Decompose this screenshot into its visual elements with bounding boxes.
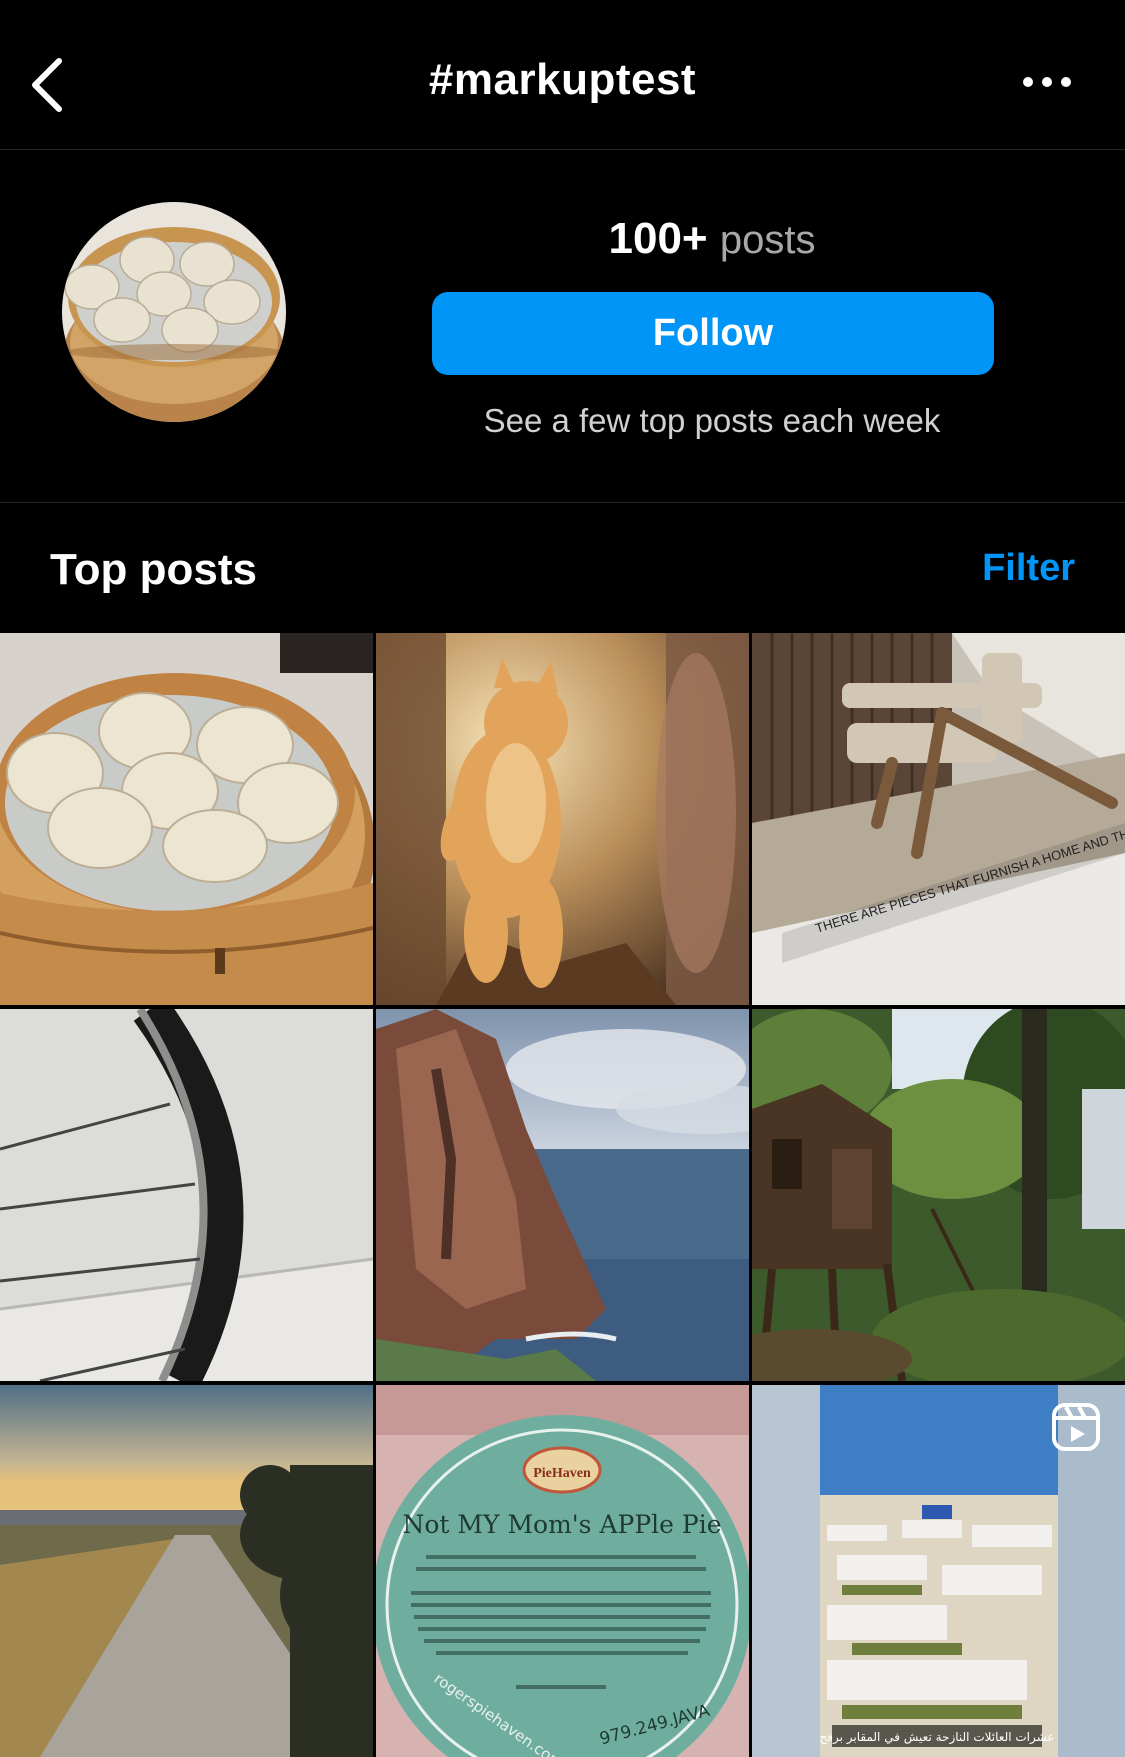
follow-description: See a few top posts each week xyxy=(483,402,941,439)
post-thumbnail[interactable] xyxy=(0,1385,373,1757)
post-thumbnail[interactable] xyxy=(0,633,373,1005)
posts-count-value: 100+ xyxy=(608,214,708,263)
posts-grid: THERE ARE PIECES THAT FURNISH A HOME AND… xyxy=(0,633,1125,1757)
top-nav-bar: #markuptest xyxy=(0,0,1125,150)
pie-title-label: Not MY Mom's APPle Pie xyxy=(402,1510,721,1539)
post-thumbnail[interactable] xyxy=(752,1009,1125,1381)
post-thumbnail[interactable] xyxy=(376,1009,749,1381)
more-options-button[interactable] xyxy=(1017,62,1077,102)
reel-caption: عشرات العائلات النازحة تعيش في المقابر ب… xyxy=(820,1730,1055,1745)
pie-brand-label: PieHaven xyxy=(533,1466,591,1481)
hashtag-avatar xyxy=(62,202,286,422)
post-thumbnail[interactable] xyxy=(376,633,749,1005)
more-horizontal-icon xyxy=(1023,77,1071,87)
post-thumbnail[interactable]: PieHaven Not MY Mom's APPle Pie 979.249.… xyxy=(376,1385,749,1757)
hashtag-header: 100+ posts Follow See a few top posts ea… xyxy=(0,150,1125,503)
filter-button[interactable]: Filter xyxy=(982,547,1075,590)
top-posts-bar: Top posts Filter xyxy=(0,503,1125,633)
post-thumbnail[interactable]: THERE ARE PIECES THAT FURNISH A HOME AND… xyxy=(752,633,1125,1005)
section-title: Top posts xyxy=(50,545,257,594)
post-thumbnail[interactable] xyxy=(0,1009,373,1381)
post-thumbnail[interactable]: عشرات العائلات النازحة تعيش في المقابر ب… xyxy=(752,1385,1125,1757)
posts-count: 100+ posts xyxy=(431,214,993,264)
page-title: #markuptest xyxy=(428,55,697,104)
posts-count-label: posts xyxy=(719,218,816,262)
follow-button[interactable]: Follow xyxy=(432,292,994,375)
